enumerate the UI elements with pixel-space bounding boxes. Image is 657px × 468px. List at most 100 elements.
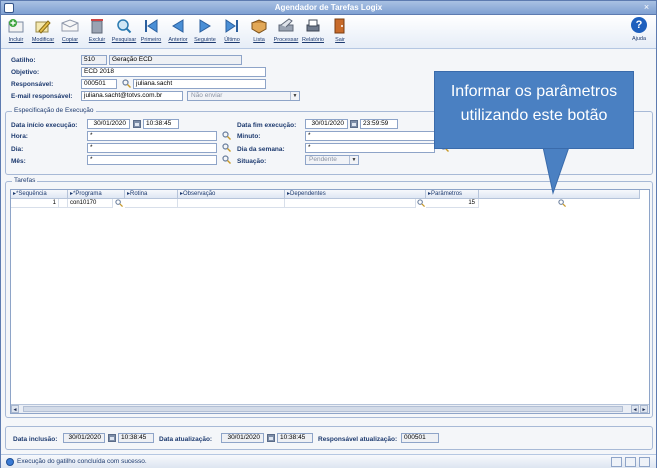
scrollbar-thumb[interactable] [23,406,623,412]
column-header-observacao[interactable]: ▸Observação [178,190,285,199]
gatilho-desc-field[interactable]: Geração ECD [109,55,242,65]
schedule-group-title: Especificação de Execução [12,107,96,114]
column-header-programa[interactable]: ▸*Programa [68,190,125,199]
hora-field[interactable]: * [87,131,217,141]
cell-observacao[interactable] [178,199,285,208]
incluir-button[interactable]: Incluir [3,17,29,47]
data-fim-calendar-icon[interactable] [350,120,358,128]
hora-label: Hora: [11,133,28,140]
processar-button[interactable]: Processar [273,17,299,47]
report-icon [306,19,320,32]
data-inclusao-calendar-icon[interactable] [108,434,116,442]
data-atualizacao-field[interactable]: 30/01/2020 [221,433,264,443]
cell-programa[interactable]: con10170 [68,199,113,208]
hora-search-icon[interactable] [222,131,231,140]
dia-label: Dia: [11,146,24,153]
status-tool-icon[interactable] [611,457,622,467]
status-config-icon[interactable] [639,457,650,467]
status-print-icon[interactable] [625,457,636,467]
help-button[interactable]: ? Ajuda [628,17,650,42]
column-header-dependentes[interactable]: ▸Dependentes [285,190,426,199]
dia-field[interactable]: * [87,143,217,153]
mes-search-icon[interactable] [222,155,231,164]
copiar-button[interactable]: Copiar [57,17,83,47]
tasks-table: ▸*Sequência ▸*Programa ▸Rotina ▸Observaç… [10,189,650,414]
window-title: Agendador de Tarefas Logix [274,3,383,12]
email-option-select[interactable]: Não enviar ▼ [187,91,300,101]
copiar-label: Copiar [61,37,79,43]
hora-atualizacao-field[interactable]: 10:38:45 [277,433,313,443]
scroll-left-button[interactable]: ◄ [11,405,19,413]
delete-icon [91,19,103,34]
horizontal-scrollbar[interactable]: ◄ ◄ ► [11,404,649,413]
column-header-rotina[interactable]: ▸Rotina [125,190,178,199]
data-fim-field[interactable]: 30/01/2020 [305,119,348,129]
relatorio-label: Relatório [301,37,324,43]
data-fim-label: Data fim execução: [237,122,297,129]
scroll-left-end-button[interactable]: ◄ [631,405,639,413]
responsavel-atualizacao-field[interactable]: 000501 [401,433,439,443]
responsavel-search-icon[interactable] [122,79,131,88]
programa-search-icon[interactable] [115,199,123,207]
data-atualizacao-label: Data atualização: [159,436,213,443]
anterior-button[interactable]: Anterior [165,17,191,47]
excluir-button[interactable]: Excluir [84,17,110,47]
data-inclusao-field[interactable]: 30/01/2020 [63,433,105,443]
objetivo-label: Objetivo: [11,69,40,76]
scroll-right-button[interactable]: ► [640,405,648,413]
column-header-sequencia[interactable]: ▸*Sequência [11,190,68,199]
toolbar: Incluir Modificar Copiar Excluir Pesquis… [1,15,656,49]
data-atualizacao-calendar-icon[interactable] [267,434,275,442]
lista-button[interactable]: Lista [246,17,272,47]
cell-parametros[interactable]: 15 [426,199,479,208]
help-label: Ajuda [631,36,647,42]
minuto-field[interactable]: * [305,131,435,141]
responsavel-name-field[interactable]: juliana.sacht [133,79,266,89]
first-icon [145,19,158,33]
gatilho-label: Gatilho: [11,57,36,64]
email-field[interactable]: juliana.sacht@totvs.com.br [81,91,183,101]
responsavel-code-field[interactable]: 000501 [81,79,117,89]
dia-search-icon[interactable] [222,143,231,152]
cell-dependentes[interactable] [285,199,416,208]
data-inicio-field[interactable]: 30/01/2020 [87,119,130,129]
situacao-select[interactable]: Pendente ▼ [305,155,359,165]
last-icon [225,19,238,33]
cell-sequencia[interactable]: 1 [11,199,59,208]
pesquisar-button[interactable]: Pesquisar [111,17,137,47]
status-message: Execução do gatilho concluída com sucess… [17,458,147,465]
responsavel-atualizacao-label: Responsável atualização: [318,436,398,443]
seguinte-button[interactable]: Seguinte [192,17,218,47]
dia-semana-field[interactable]: * [305,143,435,153]
objetivo-field[interactable]: ECD 2018 [81,67,266,77]
email-option-value: Não enviar [191,92,223,99]
modificar-label: Modificar [31,37,55,43]
hora-fim-field[interactable]: 23:59:59 [360,119,398,129]
help-icon: ? [631,17,647,33]
column-header-parametros-label: Parâmetros [431,191,463,197]
ultimo-label: Último [224,37,240,43]
situacao-label: Situação: [237,158,267,165]
title-bar: Agendador de Tarefas Logix × [1,1,656,15]
ultimo-button[interactable]: Último [219,17,245,47]
primeiro-label: Primeiro [140,37,162,43]
close-icon[interactable]: × [641,2,652,13]
data-inicio-calendar-icon[interactable] [133,120,141,128]
hora-inicio-field[interactable]: 10:38:45 [143,119,179,129]
relatorio-button[interactable]: Relatório [300,17,326,47]
gatilho-code-field[interactable]: 510 [81,55,107,65]
parametros-search-icon[interactable] [558,199,566,207]
column-header-sequencia-label: *Sequência [16,191,47,197]
dependentes-search-icon[interactable] [417,199,425,207]
cell-rotina[interactable] [125,199,178,208]
hora-inclusao-field[interactable]: 10:38:45 [118,433,154,443]
tasks-group-title: Tarefas [12,177,38,184]
edit-icon [35,20,51,34]
modificar-button[interactable]: Modificar [30,17,56,47]
primeiro-button[interactable]: Primeiro [138,17,164,47]
sair-button[interactable]: Sair [327,17,353,47]
add-icon [8,19,24,33]
mes-field[interactable]: * [87,155,217,165]
data-inicio-label: Data início execução: [11,122,78,129]
column-header-parametros[interactable]: ▸Parâmetros [426,190,479,199]
